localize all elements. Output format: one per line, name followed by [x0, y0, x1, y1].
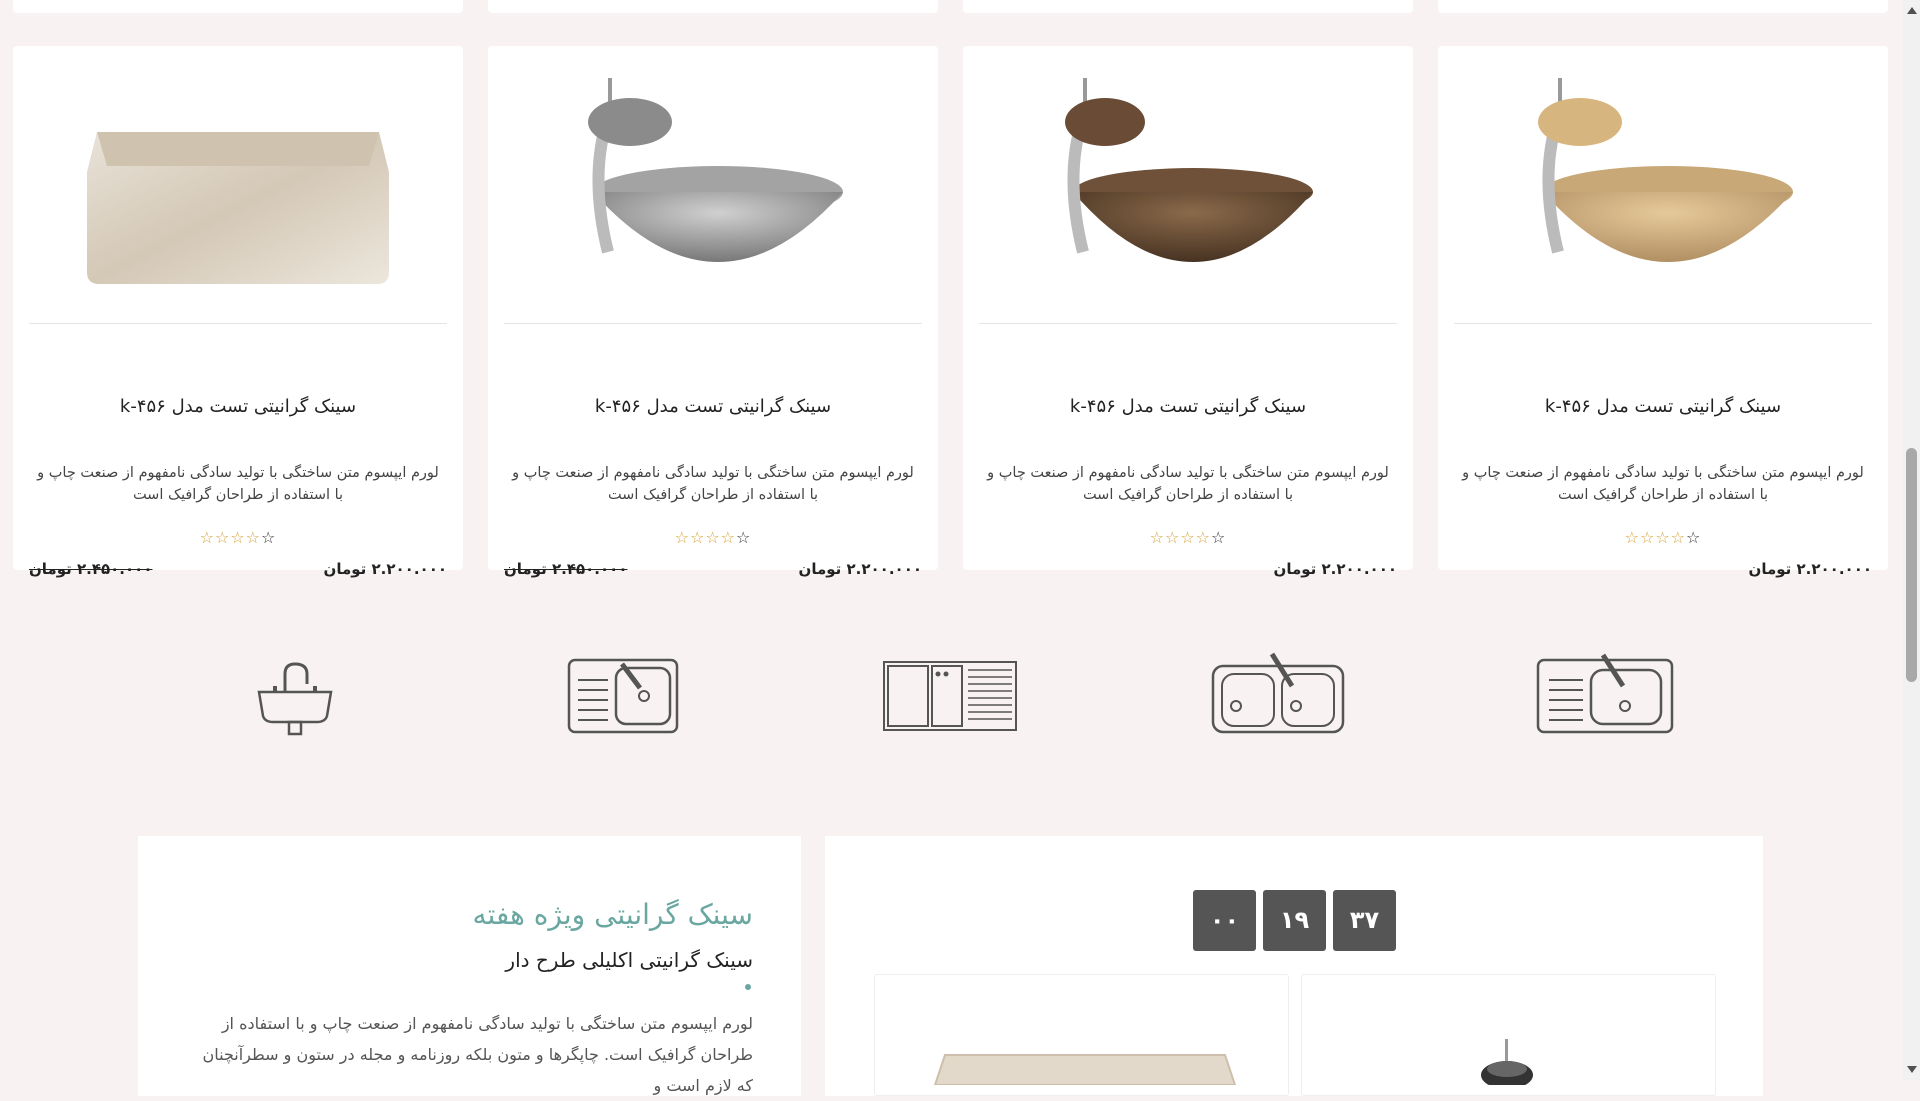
product-card[interactable]: سینک گرانیتی تست مدل k-۴۵۶ لورم ایپسوم م…: [1438, 46, 1888, 578]
product-card-top-4: [1438, 0, 1888, 13]
product-card[interactable]: سینک گرانیتی تست مدل k-۴۵۶ لورم ایپسوم م…: [13, 46, 463, 578]
rating-stars: ☆☆☆☆☆: [674, 528, 752, 547]
card-divider: [29, 323, 447, 324]
product-image[interactable]: [1438, 46, 1888, 324]
special-offer-title: سینک گرانیتی ویژه هفته: [472, 898, 753, 931]
faucet-sink-thumb-image: [1481, 1039, 1533, 1085]
accent-dot: [745, 984, 751, 990]
countdown-minutes: ۱۹: [1263, 890, 1326, 951]
card-divider: [1454, 323, 1872, 324]
pedestal-sink-faucet-icon[interactable]: [255, 650, 335, 744]
product-image[interactable]: [488, 46, 938, 324]
product-old-price: ۲.۴۵۰.۰۰۰ تومان: [504, 560, 628, 578]
product-card-top-1: [13, 0, 463, 13]
scrollbar-thumb[interactable]: [1906, 448, 1917, 682]
rating-stars: ☆☆☆☆☆: [1149, 528, 1227, 547]
countdown-seconds: ۰۰: [1193, 890, 1256, 951]
product-card-top-2: [488, 0, 938, 13]
product-price: ۲.۲۰۰.۰۰۰ تومان: [1273, 560, 1397, 578]
special-offer-description: لورم ایپسوم متن ساختگی با تولید سادگی نا…: [202, 1014, 754, 1095]
special-product-card[interactable]: [874, 974, 1289, 1096]
countdown-hours: ۳۷: [1333, 890, 1396, 951]
product-title[interactable]: سینک گرانیتی تست مدل k-۴۵۶: [963, 396, 1413, 417]
special-offer-panel: سینک گرانیتی ویژه هفته سینک گرانیتی اکلی…: [138, 836, 801, 1096]
product-title[interactable]: سینک گرانیتی تست مدل k-۴۵۶: [13, 396, 463, 417]
scroll-up-arrow-icon[interactable]: [1907, 7, 1917, 14]
travertine-sink-thumb-image: [933, 1054, 1237, 1085]
product-description: لورم ایپسوم متن ساختگی با تولید سادگی نا…: [987, 465, 1389, 503]
product-description: لورم ایپسوم متن ساختگی با تولید سادگی نا…: [1462, 465, 1864, 503]
double-bowl-sink-icon[interactable]: [1210, 650, 1346, 744]
sink-with-drainboard-icon[interactable]: [882, 650, 1018, 744]
card-divider: [979, 323, 1397, 324]
brown-vessel-sink-image: [1065, 78, 1313, 262]
single-bowl-sink-drainboard-icon[interactable]: [566, 650, 680, 744]
product-image[interactable]: [963, 46, 1413, 324]
product-image[interactable]: [13, 46, 463, 324]
special-product-card[interactable]: [1301, 974, 1716, 1096]
product-card-top-3: [963, 0, 1413, 13]
product-price: ۲.۲۰۰.۰۰۰ تومان: [323, 560, 447, 578]
scrollbar[interactable]: [1903, 0, 1920, 1080]
special-offer-subtitle[interactable]: سینک گرانیتی اکلیلی طرح دار: [505, 948, 753, 972]
beige-vessel-sink-image: [1538, 78, 1793, 262]
product-price: ۲.۲۰۰.۰۰۰ تومان: [1748, 560, 1872, 578]
product-title[interactable]: سینک گرانیتی تست مدل k-۴۵۶: [488, 396, 938, 417]
rating-stars: ☆☆☆☆☆: [1624, 528, 1702, 547]
product-card[interactable]: سینک گرانیتی تست مدل k-۴۵۶ لورم ایپسوم م…: [963, 46, 1413, 578]
card-divider: [504, 323, 922, 324]
product-title[interactable]: سینک گرانیتی تست مدل k-۴۵۶: [1438, 396, 1888, 417]
product-price: ۲.۲۰۰.۰۰۰ تومان: [798, 560, 922, 578]
product-description: لورم ایپسوم متن ساختگی با تولید سادگی نا…: [37, 465, 439, 503]
scroll-down-arrow-icon[interactable]: [1907, 1066, 1917, 1073]
rectangular-travertine-sink-image: [87, 132, 389, 284]
product-card[interactable]: سینک گرانیتی تست مدل k-۴۵۶ لورم ایپسوم م…: [488, 46, 938, 578]
double-bowl-sink-drainboard-icon[interactable]: [1535, 650, 1675, 744]
product-old-price: ۲.۴۵۰.۰۰۰ تومان: [29, 560, 153, 578]
product-description: لورم ایپسوم متن ساختگی با تولید سادگی نا…: [512, 465, 914, 503]
rating-stars: ☆☆☆☆☆: [199, 528, 277, 547]
grey-vessel-sink-image: [588, 78, 843, 262]
